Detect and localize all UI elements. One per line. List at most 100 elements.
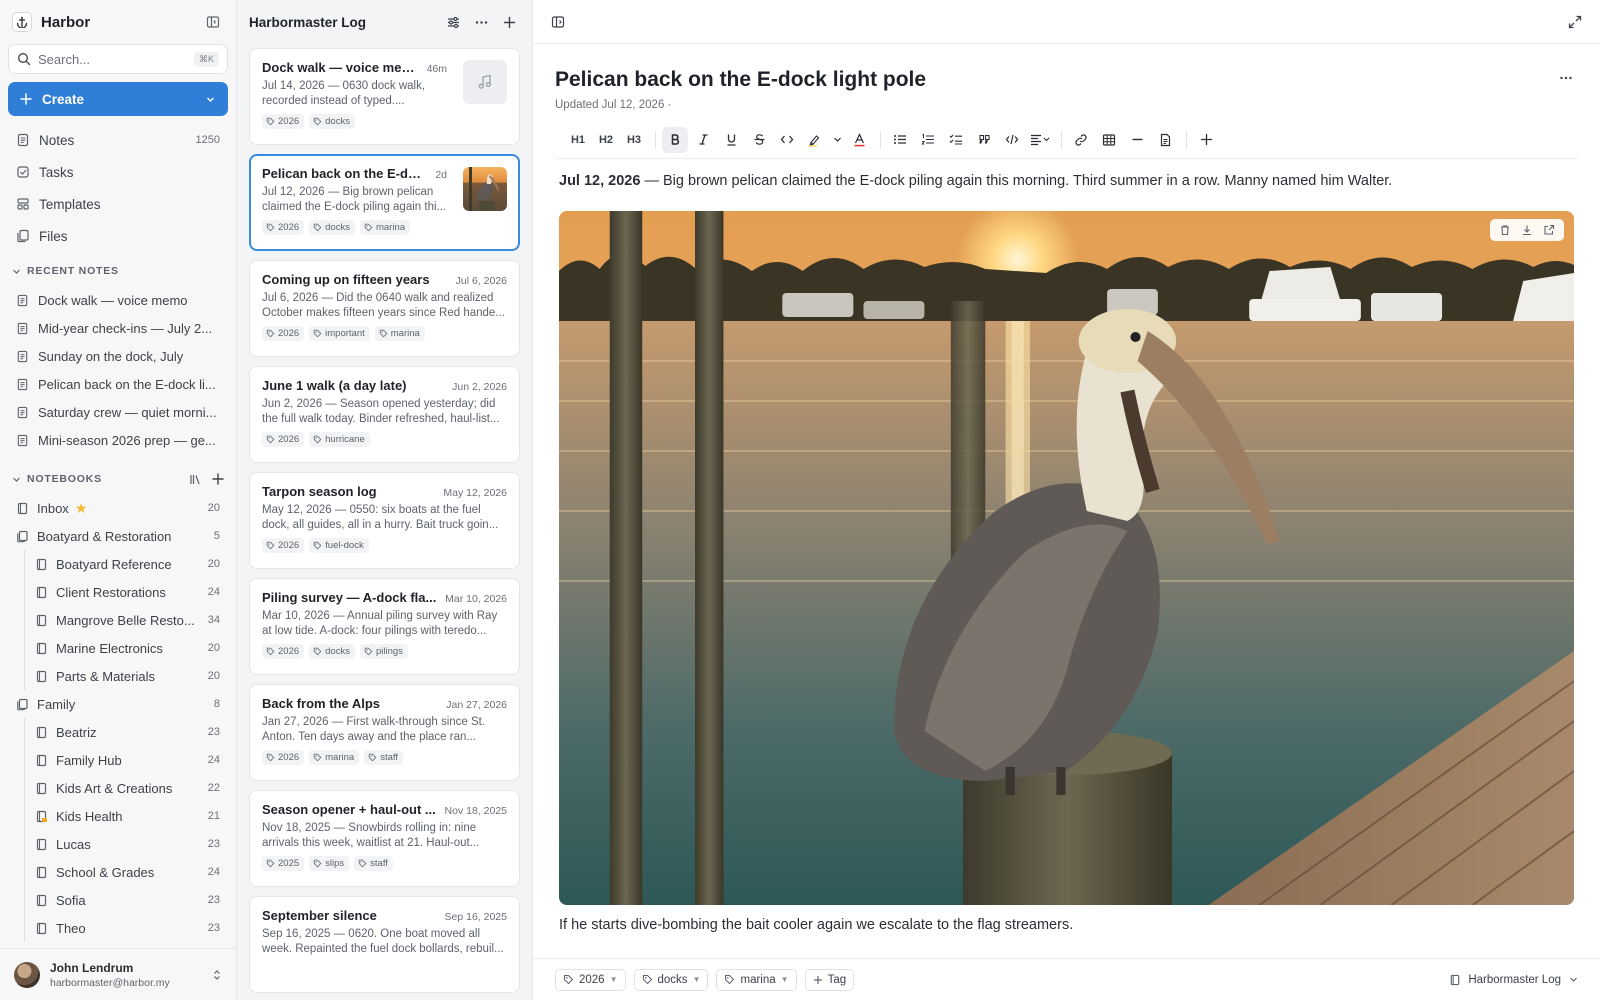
notebook-item[interactable]: Client Restorations 24 (0, 578, 236, 606)
tag-chip[interactable]: 2026 (262, 538, 305, 553)
tag-chip[interactable]: staff (354, 856, 393, 871)
highlight-dropdown-icon[interactable] (830, 127, 844, 153)
notebook-item[interactable]: School & Grades 24 (0, 858, 236, 886)
align-icon[interactable] (1027, 127, 1053, 153)
tag-chip[interactable]: docks (309, 114, 355, 129)
highlight-icon[interactable] (802, 127, 828, 153)
note-closing-paragraph[interactable]: If he starts dive-bombing the bait coole… (555, 917, 1578, 933)
table-icon[interactable] (1096, 127, 1122, 153)
pelican-photo[interactable] (559, 211, 1574, 905)
note-card[interactable]: Piling survey — A-dock fla... Mar 10, 202… (249, 578, 520, 675)
nav-item-templates[interactable]: Templates (0, 188, 236, 220)
new-note-plus-icon[interactable] (498, 11, 520, 33)
tag-chip[interactable]: fuel-dock (309, 538, 369, 553)
chevron-up-down-icon[interactable] (212, 969, 222, 981)
tag-chip[interactable]: marina (359, 220, 411, 235)
tag-chip[interactable]: 2026 (262, 326, 305, 341)
notebooks-header[interactable]: NOTEBOOKS (0, 464, 236, 494)
recent-note-item[interactable]: Dock walk — voice memo (0, 286, 236, 314)
more-horizontal-icon[interactable] (470, 11, 492, 33)
recent-note-item[interactable]: Saturday crew — quiet morni... (0, 398, 236, 426)
notebook-inbox[interactable]: Inbox ★ 20 (0, 494, 236, 522)
recent-note-item[interactable]: Mini-season 2026 prep — ge... (0, 426, 236, 454)
note-card[interactable]: Tarpon season log May 12, 2026 May 12, 202… (249, 472, 520, 569)
expand-icon[interactable] (1564, 11, 1586, 33)
bullet-list-icon[interactable] (887, 127, 913, 153)
toggle-list-pane-icon[interactable] (547, 11, 569, 33)
underline-icon[interactable] (718, 127, 744, 153)
note-lead-paragraph[interactable]: Jul 12, 2026 — Big brown pelican claimed… (555, 171, 1578, 191)
note-card[interactable]: Coming up on fifteen years Jul 6, 2026 Jul… (249, 260, 520, 357)
heading-3-button[interactable]: H3 (621, 127, 647, 153)
filter-sliders-icon[interactable] (442, 11, 464, 33)
nav-item-notes[interactable]: Notes 1250 (0, 124, 236, 156)
anchor-logo-icon[interactable] (12, 12, 32, 32)
strikethrough-icon[interactable] (746, 127, 772, 153)
create-button[interactable]: Create (8, 82, 228, 116)
add-notebook-icon[interactable] (212, 473, 224, 485)
notebook-selector[interactable]: Harbormaster Log (1449, 974, 1578, 986)
notebook-item[interactable]: Kids Health 21 (0, 802, 236, 830)
notebook-stack-family[interactable]: Family 8 (0, 690, 236, 718)
notebook-item[interactable]: Theo 23 (0, 914, 236, 942)
link-icon[interactable] (1068, 127, 1094, 153)
checklist-icon[interactable] (943, 127, 969, 153)
add-tag-button[interactable]: Tag (804, 968, 855, 991)
note-tag-chip[interactable]: marina ▼ (716, 968, 797, 991)
note-more-icon[interactable] (1558, 70, 1574, 89)
nav-item-files[interactable]: Files (0, 220, 236, 252)
note-tag-chip[interactable]: docks ▼ (633, 968, 709, 991)
tag-chip[interactable]: marina (309, 750, 360, 765)
recent-notes-header[interactable]: RECENT NOTES (0, 256, 236, 286)
inline-code-icon[interactable] (774, 127, 800, 153)
tag-chip[interactable]: hurricane (309, 432, 370, 447)
collapse-sidebar-icon[interactable] (202, 11, 224, 33)
heading-2-button[interactable]: H2 (593, 127, 619, 153)
tag-chip[interactable]: 2025 (262, 856, 305, 871)
notebook-item[interactable]: Beatriz 23 (0, 718, 236, 746)
note-card[interactable]: Season opener + haul-out ... Nov 18, 2025… (249, 790, 520, 887)
recent-note-item[interactable]: Mid-year check-ins — July 2... (0, 314, 236, 342)
tag-chip[interactable]: 2026 (262, 114, 305, 129)
delete-image-icon[interactable] (1494, 219, 1516, 241)
notebook-item[interactable]: Lucas 23 (0, 830, 236, 858)
tag-chip[interactable]: important (309, 326, 370, 341)
note-card[interactable]: Dock walk — voice memo 46m Jul 14, 2026 — … (249, 48, 520, 145)
tag-chip[interactable]: 2026 (262, 220, 305, 235)
open-external-icon[interactable] (1538, 219, 1560, 241)
notebook-item[interactable]: Marine Electronics 20 (0, 634, 236, 662)
page-icon[interactable] (1152, 127, 1178, 153)
note-tag-chip[interactable]: 2026 ▼ (555, 968, 626, 991)
tag-chip[interactable]: marina (374, 326, 425, 341)
tag-chip[interactable]: slips (309, 856, 350, 871)
notebook-item[interactable]: Sofia 23 (0, 886, 236, 914)
numbered-list-icon[interactable] (915, 127, 941, 153)
italic-icon[interactable] (690, 127, 716, 153)
download-image-icon[interactable] (1516, 219, 1538, 241)
tag-chip[interactable]: docks (309, 644, 355, 659)
note-card[interactable]: September silence Sep 16, 2025 Sep 16, 202… (249, 896, 520, 993)
quote-icon[interactable] (971, 127, 997, 153)
insert-plus-icon[interactable] (1193, 127, 1219, 153)
tag-chip[interactable]: docks (309, 220, 355, 235)
user-account[interactable]: John Lendrum harbormaster@harbor.my (0, 948, 236, 1000)
horizontal-rule-icon[interactable] (1124, 127, 1150, 153)
code-block-icon[interactable] (999, 127, 1025, 153)
library-icon[interactable] (189, 473, 202, 486)
note-card[interactable]: Pelican back on the E-doc... 2d Jul 12, 20… (249, 154, 520, 251)
notebook-item[interactable]: Family Hub 24 (0, 746, 236, 774)
notebook-stack-boatyard[interactable]: Boatyard & Restoration 5 (0, 522, 236, 550)
note-card[interactable]: June 1 walk (a day late) Jun 2, 2026 Jun 2… (249, 366, 520, 463)
note-title[interactable]: Pelican back on the E-dock light pole (555, 68, 1578, 92)
recent-note-item[interactable]: Pelican back on the E-dock li... (0, 370, 236, 398)
chevron-down-icon[interactable] (205, 94, 216, 105)
tag-chip[interactable]: 2026 (262, 644, 305, 659)
nav-item-tasks[interactable]: Tasks (0, 156, 236, 188)
search-input[interactable]: Search... ⌘K (8, 44, 228, 74)
tag-chip[interactable]: pilings (359, 644, 408, 659)
note-card[interactable]: Back from the Alps Jan 27, 2026 Jan 27, 20… (249, 684, 520, 781)
notebook-item[interactable]: Boatyard Reference 20 (0, 550, 236, 578)
notebook-item[interactable]: Parts & Materials 20 (0, 662, 236, 690)
notebook-item[interactable]: Mangrove Belle Resto... 34 (0, 606, 236, 634)
tag-chip[interactable]: 2026 (262, 750, 305, 765)
